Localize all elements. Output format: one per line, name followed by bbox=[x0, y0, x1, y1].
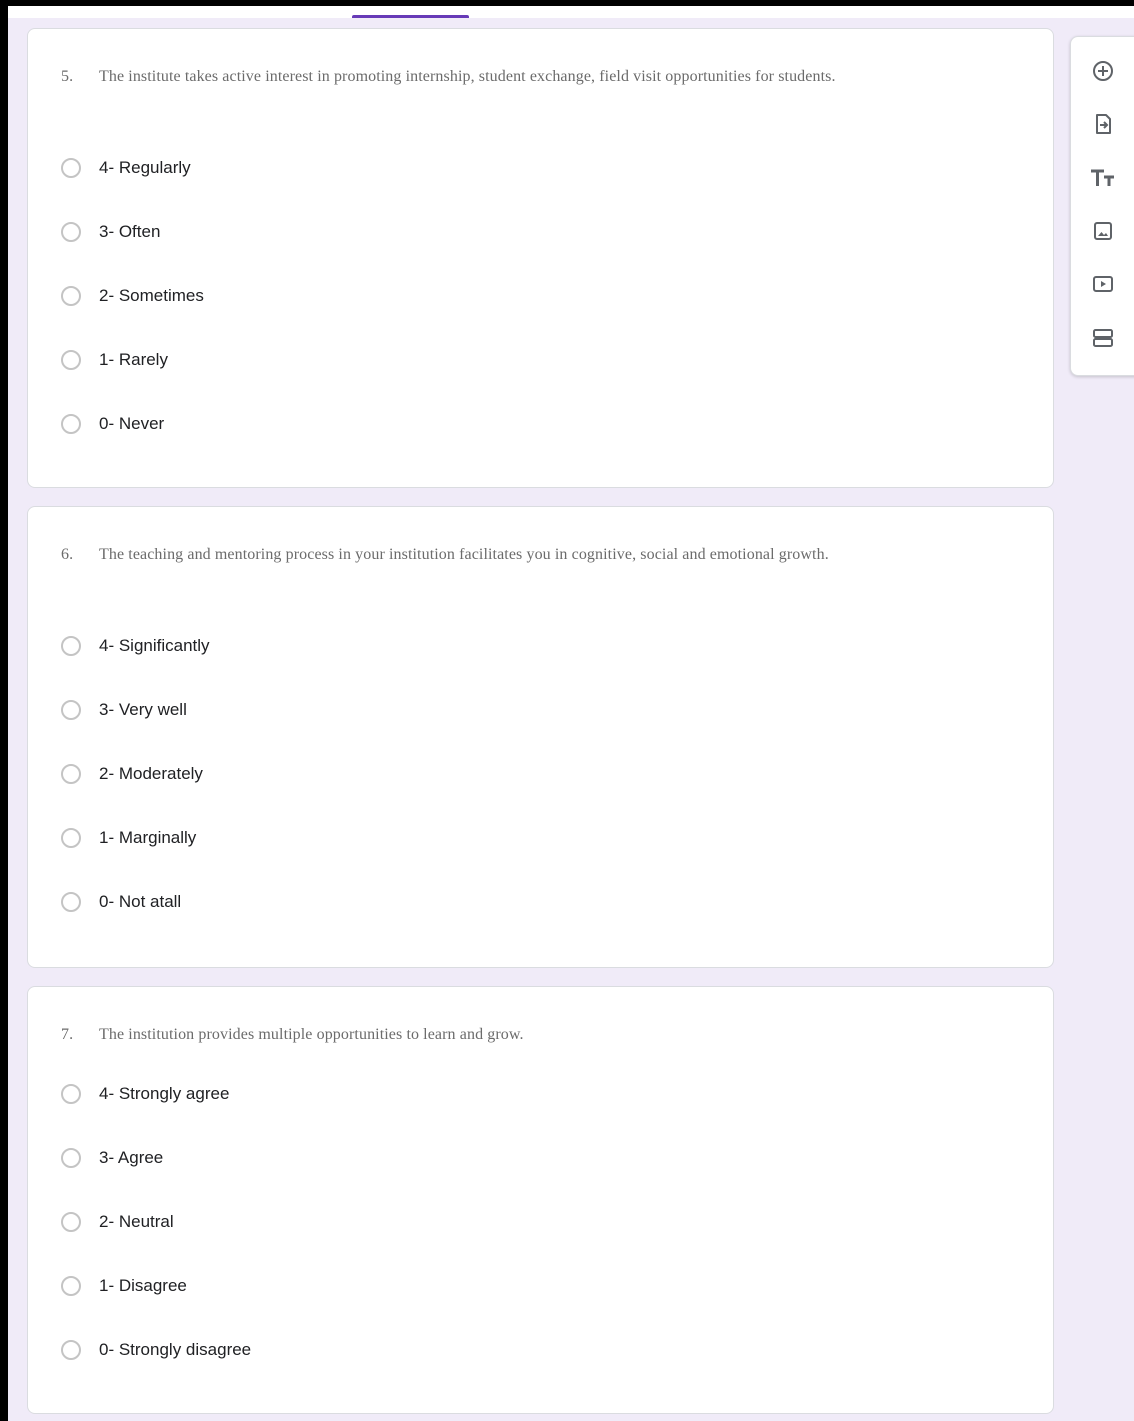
question-title: 5. The institute takes active interest in… bbox=[61, 61, 981, 93]
question-text: The institute takes active interest in p… bbox=[99, 68, 836, 85]
radio-button[interactable] bbox=[61, 222, 81, 242]
radio-button[interactable] bbox=[61, 158, 81, 178]
question-number: 5. bbox=[61, 68, 74, 85]
active-tab-indicator bbox=[352, 15, 469, 18]
radio-option[interactable]: 1- Rarely bbox=[61, 346, 168, 374]
radio-button[interactable] bbox=[61, 1148, 81, 1168]
radio-button[interactable] bbox=[61, 892, 81, 912]
radio-button[interactable] bbox=[61, 350, 81, 370]
radio-button[interactable] bbox=[61, 828, 81, 848]
question-card[interactable]: 7. The institution provides multiple oppo… bbox=[27, 986, 1054, 1414]
option-label: 2- Neutral bbox=[99, 1212, 174, 1231]
option-label: 4- Strongly agree bbox=[99, 1084, 230, 1103]
radio-button[interactable] bbox=[61, 1212, 81, 1232]
radio-button[interactable] bbox=[61, 1276, 81, 1296]
question-text: The teaching and mentoring process in yo… bbox=[99, 546, 829, 563]
radio-option[interactable]: 3- Often bbox=[61, 218, 160, 246]
radio-option[interactable]: 3- Very well bbox=[61, 696, 187, 724]
header-bar bbox=[8, 6, 1134, 18]
option-label: 3- Very well bbox=[99, 700, 187, 719]
form-editor: 5. The institute takes active interest in… bbox=[8, 6, 1134, 1421]
radio-option[interactable]: 4- Significantly bbox=[61, 632, 210, 660]
option-label: 0- Never bbox=[99, 414, 165, 433]
radio-button[interactable] bbox=[61, 1084, 81, 1104]
add-section-icon[interactable] bbox=[1087, 322, 1119, 354]
radio-option[interactable]: 3- Agree bbox=[61, 1144, 163, 1172]
radio-option[interactable]: 0- Not atall bbox=[61, 888, 181, 916]
radio-option[interactable]: 0- Never bbox=[61, 410, 164, 438]
option-label: 4- Regularly bbox=[99, 158, 191, 177]
question-text: The institution provides multiple opport… bbox=[99, 1026, 524, 1043]
add-video-icon[interactable] bbox=[1087, 268, 1119, 300]
option-label: 2- Moderately bbox=[99, 764, 203, 783]
option-label: 1- Marginally bbox=[99, 828, 197, 847]
radio-button[interactable] bbox=[61, 286, 81, 306]
question-card[interactable]: 6. The teaching and mentoring process in … bbox=[27, 506, 1054, 968]
option-label: 3- Often bbox=[99, 222, 161, 241]
option-label: 0- Not atall bbox=[99, 892, 182, 911]
question-card[interactable]: 5. The institute takes active interest in… bbox=[27, 28, 1054, 488]
option-label: 1- Rarely bbox=[99, 350, 168, 369]
radio-option[interactable]: 1- Disagree bbox=[61, 1272, 187, 1300]
radio-button[interactable] bbox=[61, 700, 81, 720]
import-questions-icon[interactable] bbox=[1087, 108, 1119, 140]
radio-option[interactable]: 0- Strongly disagree bbox=[61, 1336, 251, 1364]
question-title: 6. The teaching and mentoring process in … bbox=[61, 539, 981, 571]
radio-button[interactable] bbox=[61, 414, 81, 434]
radio-button[interactable] bbox=[61, 636, 81, 656]
option-label: 3- Agree bbox=[99, 1148, 164, 1167]
radio-button[interactable] bbox=[61, 1340, 81, 1360]
add-question-icon[interactable] bbox=[1087, 55, 1119, 87]
radio-button[interactable] bbox=[61, 764, 81, 784]
option-label: 1- Disagree bbox=[99, 1276, 187, 1295]
add-image-icon[interactable] bbox=[1087, 215, 1119, 247]
option-label: 4- Significantly bbox=[99, 636, 210, 655]
floating-toolbar bbox=[1070, 36, 1134, 376]
question-title: 7. The institution provides multiple oppo… bbox=[61, 1019, 981, 1051]
radio-option[interactable]: 1- Marginally bbox=[61, 824, 196, 852]
radio-option[interactable]: 2- Moderately bbox=[61, 760, 203, 788]
option-label: 2- Sometimes bbox=[99, 286, 204, 305]
radio-option[interactable]: 4- Strongly agree bbox=[61, 1080, 229, 1108]
radio-option[interactable]: 2- Sometimes bbox=[61, 282, 204, 310]
question-number: 6. bbox=[61, 546, 74, 563]
add-title-icon[interactable] bbox=[1087, 162, 1119, 194]
radio-option[interactable]: 2- Neutral bbox=[61, 1208, 174, 1236]
question-number: 7. bbox=[61, 1026, 74, 1043]
option-label: 0- Strongly disagree bbox=[99, 1340, 252, 1359]
radio-option[interactable]: 4- Regularly bbox=[61, 154, 191, 182]
